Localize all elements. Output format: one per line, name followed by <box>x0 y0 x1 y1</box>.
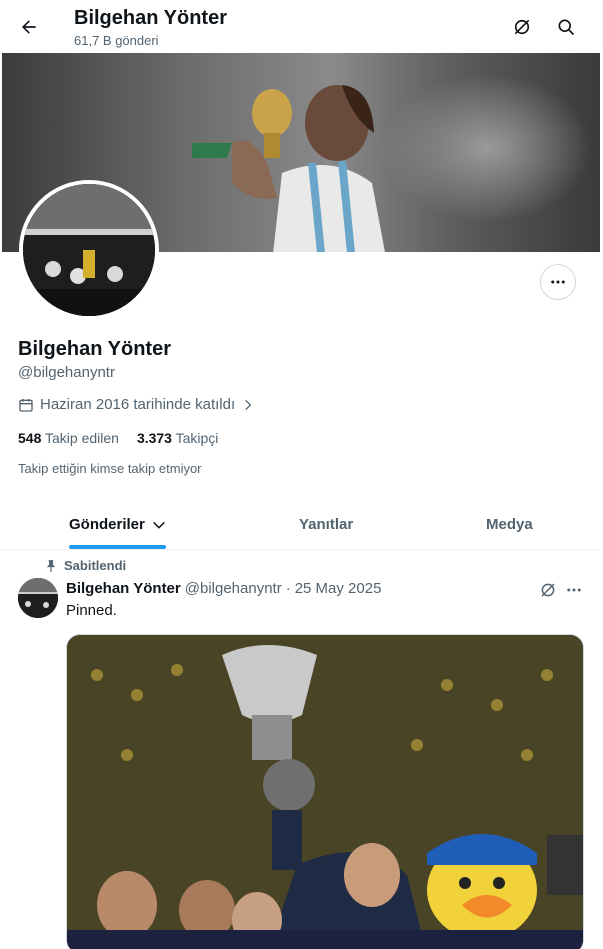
following-count: 548 <box>18 430 42 446</box>
profile-handle: @bilgehanyntr <box>18 364 115 381</box>
mutual-followers-note: Takip ettiğin kimse takip etmiyor <box>18 461 202 476</box>
more-horizontal-icon <box>551 280 565 284</box>
profile-avatar[interactable] <box>19 180 159 320</box>
following-link[interactable]: 548 Takip edilen <box>18 430 119 446</box>
tab-replies-label: Yanıtlar <box>299 516 354 533</box>
tweet-header: Bilgehan Yönter @bilgehanyntr · 25 May 2… <box>66 580 381 597</box>
grok-icon <box>514 19 530 35</box>
arrow-left-icon <box>22 20 36 34</box>
tweet-date[interactable]: 25 May 2025 <box>295 580 382 597</box>
chevron-down-icon <box>153 521 165 529</box>
header-post-count: 61,7 B gönderi <box>74 33 159 48</box>
tweet-media-image[interactable] <box>66 634 584 949</box>
tab-media-label: Medya <box>486 516 533 533</box>
tab-posts[interactable]: Gönderiler <box>69 500 167 549</box>
back-button[interactable] <box>12 10 46 44</box>
active-tab-indicator <box>69 545 166 549</box>
tab-media[interactable]: Medya <box>486 500 533 549</box>
banner-photo <box>192 85 385 252</box>
followers-label: Takipçi <box>175 430 219 446</box>
search-button[interactable] <box>550 11 582 43</box>
calendar-icon <box>19 398 33 412</box>
header-title: Bilgehan Yönter <box>74 7 227 29</box>
profile-name: Bilgehan Yönter <box>18 338 171 360</box>
followers-link[interactable]: 3.373 Takipçi <box>137 430 218 446</box>
more-options-button[interactable] <box>540 264 576 300</box>
pin-icon <box>46 559 56 572</box>
tweet-avatar-image <box>18 578 58 618</box>
tweet-more-button[interactable] <box>563 579 585 601</box>
tweet-separator: · <box>285 580 291 597</box>
joined-date[interactable]: Haziran 2016 tarihinde katıldı <box>18 396 255 413</box>
tweet-author-avatar[interactable] <box>18 578 58 618</box>
following-label: Takip edilen <box>45 430 119 446</box>
followers-count: 3.373 <box>136 430 172 446</box>
top-header: Bilgehan Yönter 61,7 B gönderi <box>0 0 603 53</box>
grok-icon <box>541 583 555 597</box>
chevron-right-icon <box>245 399 252 410</box>
pinned-indicator: Sabitlendi <box>44 558 126 573</box>
follow-stats: 548 Takip edilen 3.373 Takipçi <box>18 430 218 446</box>
media-photo <box>67 635 583 949</box>
tweet-grok-button[interactable] <box>537 579 559 601</box>
pinned-label: Sabitlendi <box>64 558 127 573</box>
avatar-image <box>23 184 155 316</box>
more-horizontal-icon <box>567 588 581 592</box>
grok-button[interactable] <box>506 11 538 43</box>
tweet-author-name[interactable]: Bilgehan Yönter <box>66 580 181 597</box>
tab-posts-label: Gönderiler <box>69 516 145 533</box>
profile-tabs: Gönderiler Yanıtlar Medya <box>0 500 603 550</box>
tweet-author-handle[interactable]: @bilgehanyntr <box>185 580 282 597</box>
joined-text: Haziran 2016 tarihinde katıldı <box>40 396 236 413</box>
search-icon <box>558 19 575 36</box>
tab-replies[interactable]: Yanıtlar <box>299 500 353 549</box>
tweet-text: Pinned. <box>66 602 117 619</box>
